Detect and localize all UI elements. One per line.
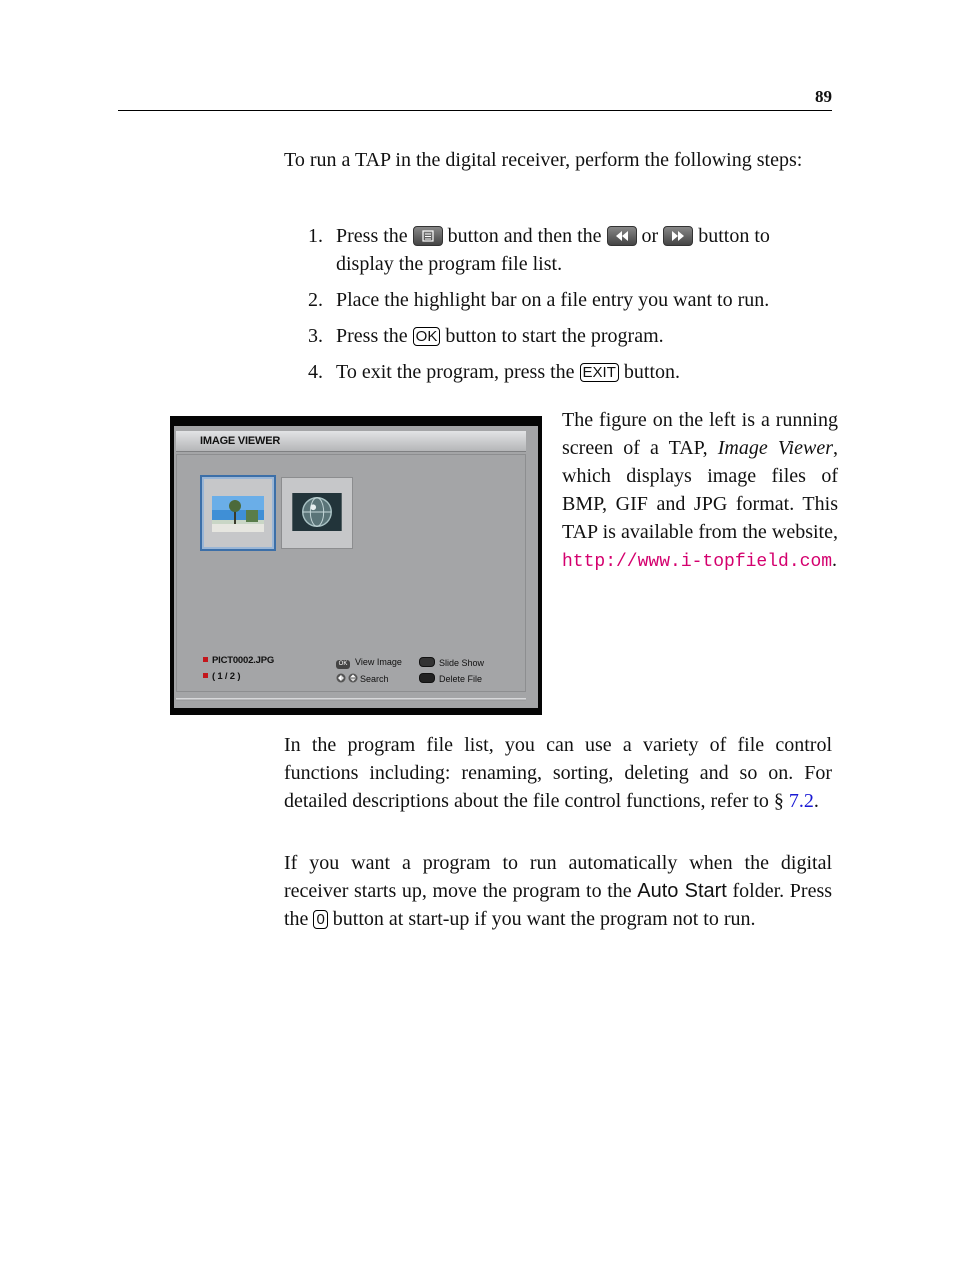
paragraph-text: In the program file list, you can use a … <box>284 734 832 812</box>
red-marker-icon <box>203 657 208 662</box>
step-item: 1. Press the button and then the or butt… <box>308 222 832 278</box>
step-text: or <box>641 225 659 247</box>
control-label: Search <box>360 674 389 684</box>
list-button-icon <box>412 226 443 246</box>
zero-key: 0 <box>313 910 328 929</box>
page-indicator-row: ( 1 / 2 ) <box>203 671 240 682</box>
website-link[interactable]: http://www.i-topfield.com <box>562 552 832 572</box>
globe-photo-icon <box>292 493 342 531</box>
section-symbol: § <box>773 790 784 812</box>
left-right-arrows-icon <box>336 673 360 685</box>
paragraph-file-control: In the program file list, you can use a … <box>284 731 832 815</box>
paragraph-text: button at start-up if you want the progr… <box>332 908 756 930</box>
caption-text: . <box>832 549 838 571</box>
file-name: PICT0002.JPG <box>212 655 275 666</box>
red-marker-icon <box>203 673 208 678</box>
viewer-title: IMAGE VIEWER <box>176 431 526 452</box>
step-number: 1. <box>308 225 323 247</box>
step-text: To exit the program, press the <box>336 361 575 383</box>
step-text: button. <box>623 361 681 383</box>
control-slide-show: Slide Show <box>419 657 484 668</box>
control-delete-file: Delete File <box>419 673 482 684</box>
step-text: button to start the program. <box>445 325 664 347</box>
step-text: button and then the <box>447 225 602 247</box>
screen-bottom-bar <box>176 698 526 701</box>
image-viewer-screenshot: IMAGE VIEWER PICT0002.JPG (1 / 2) OK V… <box>170 416 542 715</box>
caption-tap-name: Image Viewer <box>717 437 833 459</box>
rewind-button-icon <box>606 226 637 246</box>
control-label: Slide Show <box>439 658 485 668</box>
step-item: 3. Press the OK button to start the prog… <box>308 322 832 350</box>
fast-forward-button-icon <box>663 226 694 246</box>
control-view-image: OK View Image <box>336 657 402 669</box>
control-label: Delete File <box>439 674 483 684</box>
ok-key: OK <box>412 327 441 346</box>
tv-screen: IMAGE VIEWER PICT0002.JPG (1 / 2) OK V… <box>174 426 538 708</box>
step-item: 2. Place the highlight bar on a file ent… <box>308 286 832 314</box>
section-reference-link[interactable]: 7.2 <box>789 790 814 812</box>
paragraph-auto-start: If you want a program to run automatical… <box>284 849 832 933</box>
steps-list: 1. Press the button and then the or butt… <box>308 222 832 394</box>
intro-paragraph: To run a TAP in the digital receiver, pe… <box>284 149 803 171</box>
step-item: 4. To exit the program, press the EXIT b… <box>308 358 832 386</box>
header-rule <box>118 110 832 111</box>
figure-caption: The figure on the left is a running scre… <box>562 406 838 576</box>
step-text: Press the <box>336 325 408 347</box>
white-button-icon <box>419 673 435 683</box>
page-number: 89 <box>815 87 832 106</box>
ok-button-icon: OK <box>336 660 350 669</box>
thumbnail-selected <box>200 475 276 551</box>
control-label: View Image <box>355 657 402 667</box>
step-text: Place the highlight bar on a file entry … <box>336 289 770 311</box>
step-number: 3. <box>308 325 323 347</box>
file-name-row: PICT0002.JPG <box>203 655 274 666</box>
step-text: Press the <box>336 225 408 247</box>
auto-start-folder: Auto Start <box>637 880 727 902</box>
step-number: 2. <box>308 289 323 311</box>
play-button-icon <box>419 657 435 667</box>
thumbnail <box>281 477 353 549</box>
exit-key: EXIT <box>579 363 619 382</box>
paragraph-text: . <box>813 790 819 812</box>
page-indicator: ( 1 / 2 ) <box>212 671 241 682</box>
palm-tree-photo-icon <box>212 496 264 532</box>
step-number: 4. <box>308 361 323 383</box>
control-search: Search <box>336 673 389 685</box>
